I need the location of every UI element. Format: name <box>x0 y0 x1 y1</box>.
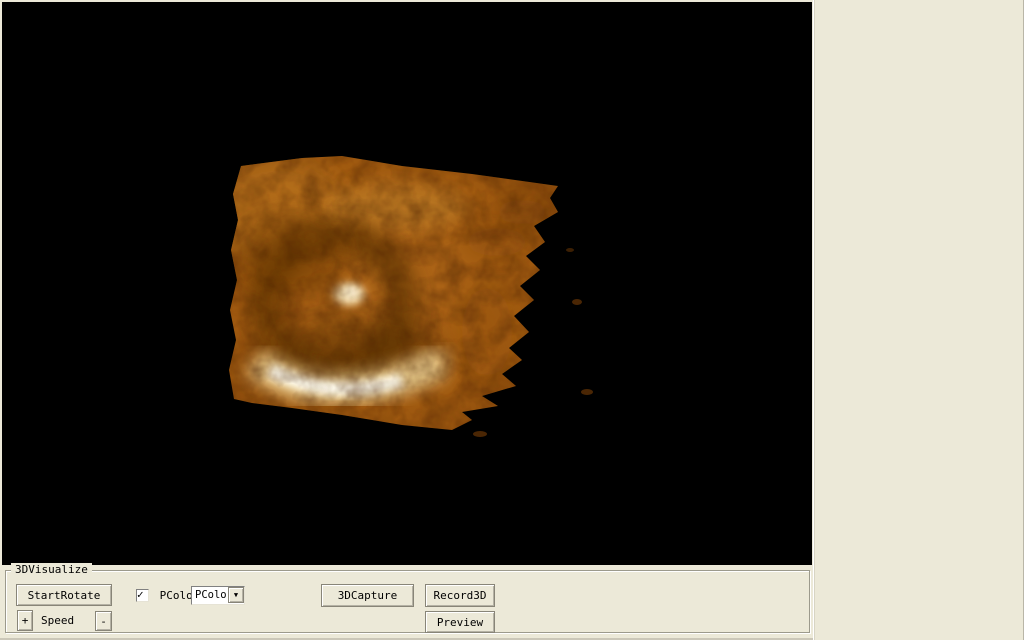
pcolor-dropdown[interactable]: PColor ▼ <box>191 586 245 605</box>
3d-viewport[interactable] <box>2 2 812 565</box>
ultrasound-volume-render <box>229 156 593 437</box>
parameter-sidebar: 3DParameter ✓ Invert ✓ Denoise Zone X1: … <box>813 0 1024 640</box>
speed-plus-button[interactable]: + <box>17 610 33 631</box>
preview-button[interactable]: Preview <box>425 611 495 633</box>
dropdown-arrow-icon[interactable]: ▼ <box>228 587 244 603</box>
visualize-groupbox-title: 3DVisualize <box>11 563 92 577</box>
checkmark-icon: ✓ <box>137 588 144 601</box>
pcolor-checkbox[interactable]: ✓ <box>136 589 149 602</box>
record3d-button[interactable]: Record3D <box>425 584 495 607</box>
speed-label: Speed <box>41 614 75 627</box>
app-window: { "colors": { "window_bg": "#ece9d8", "v… <box>0 0 1024 640</box>
speed-minus-button[interactable]: - <box>95 611 112 631</box>
3dcapture-button[interactable]: 3DCapture <box>321 584 414 607</box>
pcolor-row: ✓ PColor <box>136 589 199 602</box>
start-rotate-button[interactable]: StartRotate <box>16 584 112 606</box>
3d-visualize-groupbox: 3DVisualize StartRotate ✓ PColor PColor … <box>5 563 810 633</box>
